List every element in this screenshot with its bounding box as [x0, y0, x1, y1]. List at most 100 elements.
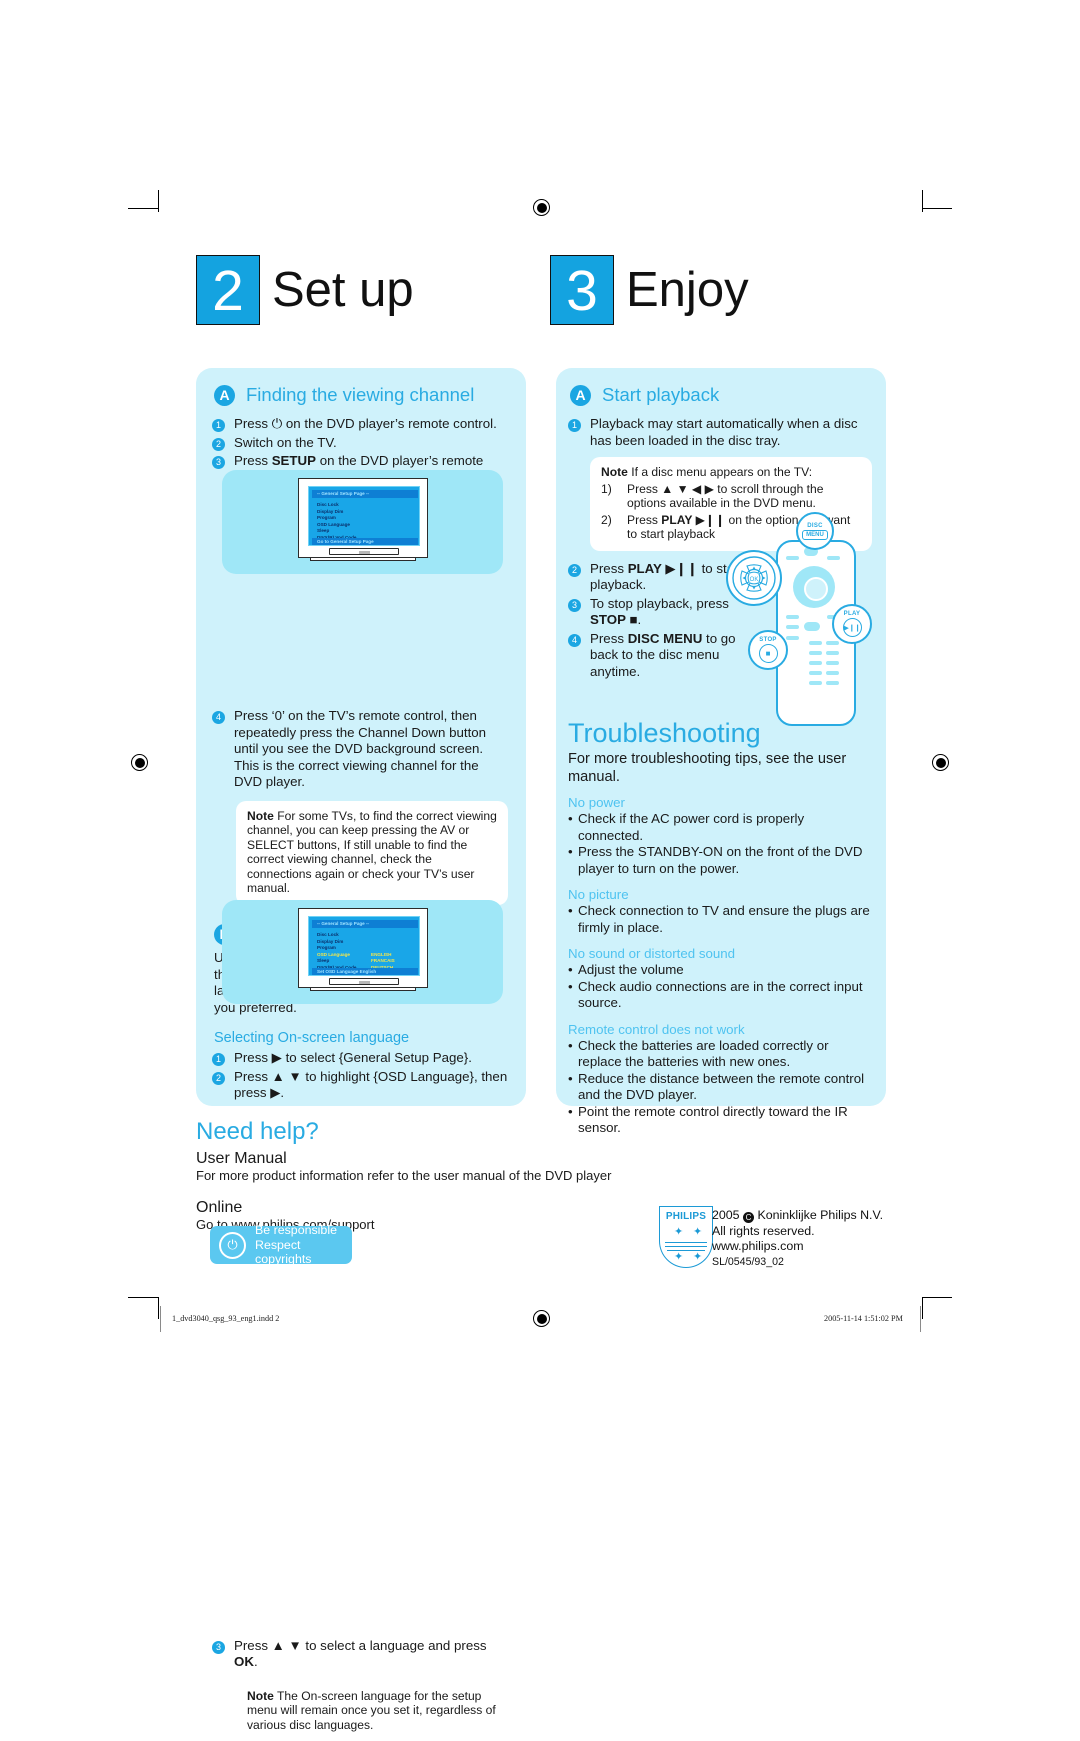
note-label: Note — [601, 465, 628, 479]
crop-mark-top-left-v — [158, 190, 159, 212]
shield-wave — [665, 1242, 707, 1244]
finding-channel-step-4: 4 Press ‘0’ on the TV’s remote control, … — [212, 708, 510, 791]
callout-navigation-pad: OK — [726, 550, 782, 606]
osd-item: Program — [317, 945, 336, 950]
note-ordered-item: 1) Press ▲ ▼ ◀ ▶ to scroll through the o… — [601, 482, 861, 511]
section-title-start-playback: Start playback — [602, 384, 720, 405]
list-item: • Check audio connections are in the corr… — [568, 979, 870, 1012]
setup-panel: A Finding the viewing channel 1 Press ⏻ … — [196, 368, 526, 1741]
crop-mark-top-left — [128, 208, 158, 209]
callout-label-play: PLAY — [843, 611, 861, 617]
be-responsible-badge: ⏻ Be responsible Respect copyrights — [210, 1223, 352, 1267]
osd-language-option: ENGLISH — [371, 951, 392, 957]
list-item: 1 Press ⏻ on the DVD player’s remote con… — [212, 416, 512, 433]
list-item: • Check the batteries are loaded correctl… — [568, 1038, 870, 1071]
step-number-3: 3 — [550, 255, 614, 325]
troubleshooting-groups: No power • Check if the AC power cord is … — [568, 794, 870, 1137]
section-a-finding-channel-head: A Finding the viewing channel — [214, 384, 526, 406]
osd-header-1: -- General Setup Page -- — [312, 490, 418, 498]
troubleshooting-bullets: • Check connection to TV and ensure the p… — [568, 903, 870, 936]
note-intro-line: Note If a disc menu appears on the TV: — [601, 465, 861, 480]
osd-item: Disc Lock — [317, 502, 339, 507]
osd-item-highlighted: OSD Language — [317, 951, 350, 957]
osd-language-steps: 1 Press ▶ to select {General Setup Page}… — [212, 1050, 512, 1102]
registration-mark-right — [932, 754, 949, 771]
registration-mark-left — [131, 754, 148, 771]
list-item: 1 Press ▶ to select {General Setup Page}… — [212, 1050, 512, 1067]
bullet-dot: • — [568, 811, 573, 827]
footer-timestamp: 2005-11-14 1:51:02 PM — [824, 1314, 903, 1323]
crop-mark-bottom-left-v — [158, 1297, 159, 1319]
list-item: 3 Press ▲ ▼ to select a language and pre… — [212, 1638, 512, 1671]
bullet-text: Reduce the distance between the remote c… — [578, 1070, 865, 1103]
bullet-dot: • — [568, 1070, 573, 1086]
remote-control-illustration: DISC MENU OK PLAY ▶❙❙ STOP ■ — [726, 512, 886, 726]
list-item: • Check connection to TV and ensure the p… — [568, 903, 870, 936]
step-bullet-3: 3 — [212, 456, 225, 469]
callout-label-stop: STOP — [759, 637, 777, 643]
section-a-start-playback-head: A Start playback — [570, 384, 886, 406]
bullet-text: Check the batteries are loaded correctly… — [578, 1037, 829, 1070]
shield-star: ✦ — [674, 1226, 684, 1238]
troubleshooting-bullets: • Adjust the volume • Check audio connecti… — [568, 962, 870, 1012]
troubleshooting-intro: For more troubleshooting tips, see the u… — [568, 751, 847, 786]
shield-star: ✦ — [693, 1251, 703, 1263]
note-label: Note — [247, 1688, 274, 1703]
philips-brand-text: PHILIPS — [665, 1210, 707, 1222]
remote-nav-center — [804, 577, 828, 601]
copyright-block: 2005 C Koninklijke Philips N.V. All righ… — [712, 1208, 883, 1270]
osd-step-text-3: Press ▲ ▼ to select a language and press… — [234, 1637, 487, 1670]
crop-mark-bottom-left — [128, 1297, 158, 1298]
be-responsible-text: Be responsible Respect copyrights — [255, 1223, 340, 1267]
step-bullet-2: 2 — [212, 437, 225, 451]
tv-body-1: -- General Setup Page -- Disc Lock Displ… — [298, 478, 428, 558]
bullet-dot: • — [568, 1037, 573, 1053]
troubleshooting-bullets: • Check if the AC power cord is properly … — [568, 811, 870, 877]
sub-head-selecting-osd-language: Selecting On-screen language — [214, 1030, 410, 1047]
note-step-text-1: Press ▲ ▼ ◀ ▶ to scroll through the opti… — [627, 481, 824, 511]
note-label: Note — [247, 808, 274, 823]
remote-key-play — [804, 622, 820, 631]
callout-disc-menu: DISC MENU — [796, 512, 834, 550]
enjoy-panel: A Start playback 1 Playback may start au… — [556, 368, 886, 1135]
bullet-text: Adjust the volume — [578, 962, 684, 978]
list-item: 1 Playback may start automatically when … — [568, 416, 870, 449]
tv-stand-1 — [310, 557, 416, 561]
list-item: 4 Press ‘0’ on the TV’s remote control, … — [212, 708, 510, 791]
playback-text-1: Playback may start automatically when a … — [590, 416, 858, 448]
bullet-dot: • — [568, 844, 573, 860]
bullet-text: Press the STANDBY-ON on the front of the… — [578, 844, 863, 876]
bullet-dot: • — [568, 962, 573, 978]
online-head: Online — [196, 1199, 243, 1216]
remote-key — [826, 671, 839, 675]
bullet-text: Point the remote control directly toward… — [578, 1103, 848, 1136]
bullet-text: Check audio connections are in the corre… — [578, 978, 863, 1011]
remote-key — [826, 651, 839, 655]
note-step-number-2: 2) — [601, 512, 612, 527]
remote-key — [786, 615, 799, 619]
tv-screen-1: -- General Setup Page -- Disc Lock Displ… — [308, 486, 420, 546]
remote-key — [826, 681, 839, 685]
callout-label-menu: MENU — [802, 529, 828, 540]
be-responsible-line-1: Be responsible — [255, 1223, 337, 1238]
playback-bullet-4: 4 — [568, 633, 581, 647]
remote-key — [809, 671, 822, 675]
stop-icon: ■ — [758, 644, 778, 663]
crop-mark-bottom-right-v — [922, 1297, 923, 1319]
remote-key — [786, 556, 799, 560]
list-item: 2 Switch on the TV. — [212, 435, 512, 452]
osd-footer-1: Go to General Setup Page — [312, 538, 418, 545]
bullet-dot: • — [568, 978, 573, 994]
tv-disc-slot-1 — [329, 548, 399, 555]
remote-key — [809, 681, 822, 685]
nav-pad-icon: OK — [732, 556, 776, 600]
note-intro-text: If a disc menu appears on the TV: — [631, 465, 813, 479]
list-item: • Reduce the distance between the remote … — [568, 1071, 870, 1104]
crop-mark-top-right — [922, 208, 952, 209]
start-playback-step-1: 1 Playback may start automatically when … — [568, 416, 870, 449]
osd-item: Sleep — [317, 958, 330, 963]
step-heading-set-up: 2 Set up — [196, 255, 414, 325]
note-step-number-1: 1) — [601, 481, 612, 496]
section-title-finding-channel: Finding the viewing channel — [246, 384, 475, 405]
step-bullet-1: 1 — [212, 419, 225, 432]
